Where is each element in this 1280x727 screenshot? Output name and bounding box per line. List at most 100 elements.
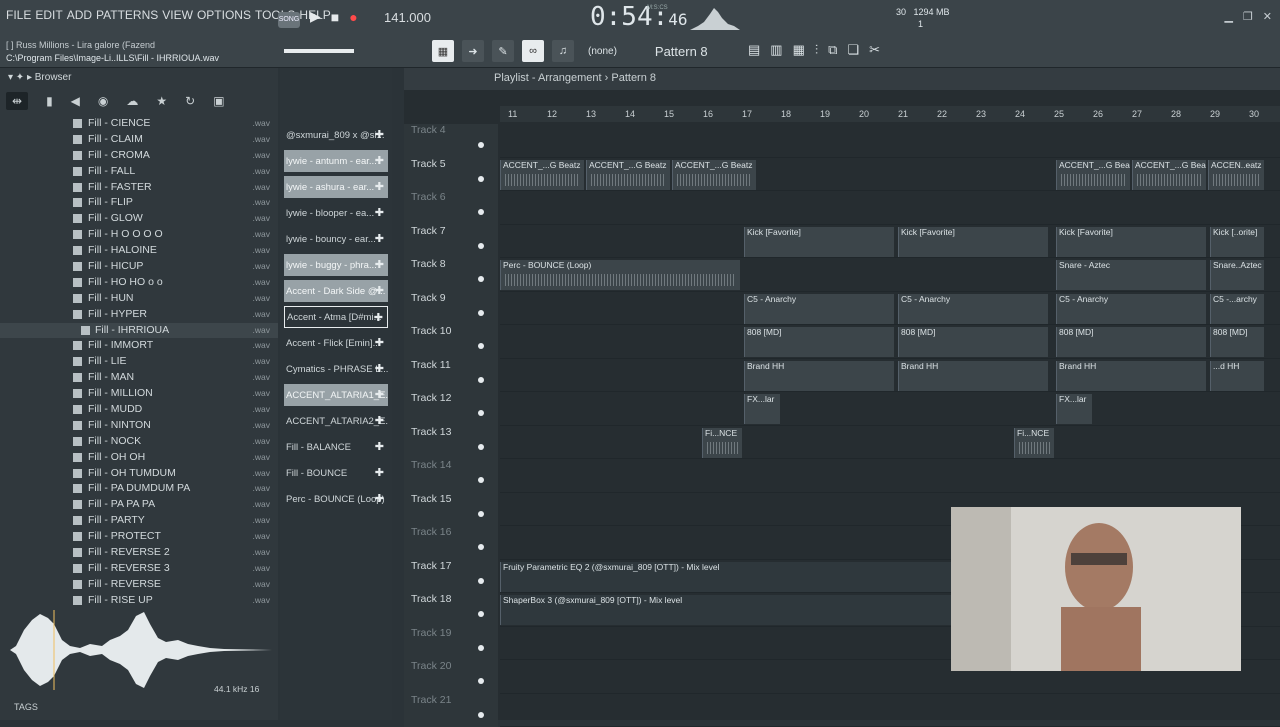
playlist-clip[interactable]: ACCENT_...G Beatz [1056, 160, 1130, 190]
channel-item[interactable]: lywie - blooper - ea...✚ [284, 202, 388, 224]
drag-handle-icon[interactable]: ✚ [375, 388, 384, 401]
track-header[interactable]: Track 8 [404, 258, 498, 292]
track-lane[interactable] [500, 392, 1280, 426]
browser-file-item[interactable]: Fill - FLIP.wav [0, 195, 278, 211]
track-header[interactable]: Track 11 [404, 359, 498, 393]
browser-file-item[interactable]: Fill - REVERSE.wav [0, 577, 278, 593]
channel-item[interactable]: Accent - Dark Side @...✚ [284, 280, 388, 302]
grid-icon[interactable]: ▦ [432, 40, 454, 62]
browser-file-item[interactable]: Fill - HYPER.wav [0, 307, 278, 323]
mic-icon[interactable]: ♫ [552, 40, 574, 62]
browser-file-item[interactable]: Fill - GLOW.wav [0, 211, 278, 227]
playlist-icon[interactable]: ▤ [748, 42, 760, 58]
channel-item[interactable]: lywie - antunm - ear...✚ [284, 150, 388, 172]
track-mute-toggle[interactable] [478, 343, 484, 349]
track-header[interactable]: Track 5 [404, 158, 498, 192]
browser-file-item[interactable]: Fill - NOCK.wav [0, 434, 278, 450]
track-mute-toggle[interactable] [478, 377, 484, 383]
browser-icon[interactable]: ❏ [847, 42, 859, 58]
menu-edit[interactable]: EDIT [35, 8, 62, 22]
time-display[interactable]: 0:54:46 [590, 2, 688, 32]
channel-item[interactable]: Cymatics - PHRASE L...✚ [284, 358, 388, 380]
drag-handle-icon[interactable]: ✚ [375, 180, 384, 193]
playlist-clip[interactable]: Brand HH [1056, 361, 1206, 391]
all-icon[interactable]: ⇹ [6, 92, 28, 110]
playlist-clip[interactable]: Fruity Parametric EQ 2 (@sxmurai_809 [OT… [500, 562, 956, 592]
track-mute-toggle[interactable] [478, 209, 484, 215]
track-header[interactable]: Track 19 [404, 627, 498, 661]
track-header[interactable]: Track 16 [404, 526, 498, 560]
piano-roll-icon[interactable]: ▥ [770, 42, 782, 58]
speaker-icon[interactable]: ◀ [71, 94, 80, 108]
plugin-icon[interactable]: ⧉ [828, 42, 837, 58]
record-sample-icon[interactable]: ✂ [869, 42, 880, 58]
playlist-clip[interactable]: 808 [MD] [898, 327, 1048, 357]
menu-file[interactable]: FILE [6, 8, 31, 22]
track-mute-toggle[interactable] [478, 410, 484, 416]
playlist-clip[interactable]: Fi...NCE [1014, 428, 1054, 458]
channel-item[interactable]: lywie - buggy - phra...✚ [284, 254, 388, 276]
browser-file-item[interactable]: Fill - HUN.wav [0, 291, 278, 307]
playlist-clip[interactable]: FX...lar [744, 394, 780, 424]
playlist-clip[interactable]: Kick [..orite] [1210, 227, 1264, 257]
playlist-clip[interactable]: C5 - Anarchy [1056, 294, 1206, 324]
browser-file-item[interactable]: Fill - HALOINE.wav [0, 243, 278, 259]
browser-file-item[interactable]: Fill - H O O O O.wav [0, 227, 278, 243]
playlist-clip[interactable]: ACCENT_...G Beatz [672, 160, 756, 190]
timeline-ruler[interactable]: 1112131415161718192021222324252627282930 [500, 106, 1280, 122]
record-icon[interactable]: ● [349, 9, 357, 25]
master-volume-slider[interactable] [284, 49, 354, 53]
browser-file-item[interactable]: Fill - CROMA.wav [0, 148, 278, 164]
channel-item[interactable]: Fill - BOUNCE✚ [284, 462, 388, 484]
channel-item[interactable]: lywie - ashura - ear...✚ [284, 176, 388, 198]
drag-handle-icon[interactable]: ✚ [375, 492, 384, 505]
browser-file-item[interactable]: Fill - HICUP.wav [0, 259, 278, 275]
browser-file-item[interactable]: Fill - FALL.wav [0, 164, 278, 180]
browser-file-item[interactable]: Fill - OH TUMDUM.wav [0, 466, 278, 482]
channel-item[interactable]: lywie - bouncy - ear...✚ [284, 228, 388, 250]
channel-item[interactable]: Accent - Atma [D#mi...✚ [284, 306, 388, 328]
browser-file-item[interactable]: Fill - LIE.wav [0, 354, 278, 370]
drag-handle-icon[interactable]: ✚ [375, 128, 384, 141]
track-mute-toggle[interactable] [478, 611, 484, 617]
channel-item[interactable]: Fill - BALANCE✚ [284, 436, 388, 458]
browser-file-item[interactable]: Fill - MAN.wav [0, 370, 278, 386]
track-header[interactable]: Track 13 [404, 426, 498, 460]
menu-options[interactable]: OPTIONS [197, 8, 251, 22]
browser-file-item[interactable]: Fill - IMMORT.wav [0, 338, 278, 354]
track-header[interactable]: Track 9 [404, 292, 498, 326]
track-mute-toggle[interactable] [478, 544, 484, 550]
maximize-icon[interactable]: ❐ [1243, 10, 1253, 23]
drag-handle-icon[interactable]: ✚ [375, 466, 384, 479]
playlist-clip[interactable]: ACCENT_...G Beatz [1132, 160, 1206, 190]
drag-handle-icon[interactable]: ✚ [375, 414, 384, 427]
track-lane[interactable] [500, 426, 1280, 460]
playlist-clip[interactable]: C5 - Anarchy [898, 294, 1048, 324]
minimize-icon[interactable]: ▁ [1224, 10, 1232, 23]
playlist-clip[interactable]: 808 [MD] [1210, 327, 1264, 357]
playlist-clip[interactable]: Kick [Favorite] [744, 227, 894, 257]
drag-handle-icon[interactable]: ✚ [374, 311, 383, 324]
browser-file-item[interactable]: Fill - REVERSE 3.wav [0, 561, 278, 577]
track-mute-toggle[interactable] [478, 243, 484, 249]
playlist-clip[interactable]: Snare..Aztec [1210, 260, 1264, 290]
stop-icon[interactable]: ■ [331, 9, 339, 25]
track-header[interactable]: Track 12 [404, 392, 498, 426]
playlist-clip[interactable]: ACCENT_...G Beatz [500, 160, 584, 190]
playlist-clip[interactable]: 808 [MD] [744, 327, 894, 357]
playlist-clip[interactable]: C5 -...archy [1210, 294, 1264, 324]
browser-file-item[interactable]: Fill - HO HO o o.wav [0, 275, 278, 291]
track-header[interactable]: Track 10 [404, 325, 498, 359]
playlist-clip[interactable]: 808 [MD] [1056, 327, 1206, 357]
playlist-clip[interactable]: ShaperBox 3 (@sxmurai_809 [OTT]) - Mix l… [500, 595, 956, 625]
drag-handle-icon[interactable]: ✚ [375, 440, 384, 453]
browser-file-item[interactable]: Fill - PA DUMDUM PA.wav [0, 481, 278, 497]
playlist-clip[interactable]: ACCENT_...G Beatz [586, 160, 670, 190]
track-header[interactable]: Track 20 [404, 660, 498, 694]
track-header[interactable]: Track 14 [404, 459, 498, 493]
menu-patterns[interactable]: PATTERNS [96, 8, 158, 22]
track-mute-toggle[interactable] [478, 511, 484, 517]
channel-item[interactable]: Perc - BOUNCE (Loop)✚ [284, 488, 388, 510]
playlist-clip[interactable]: FX...lar [1056, 394, 1092, 424]
track-mute-toggle[interactable] [478, 477, 484, 483]
